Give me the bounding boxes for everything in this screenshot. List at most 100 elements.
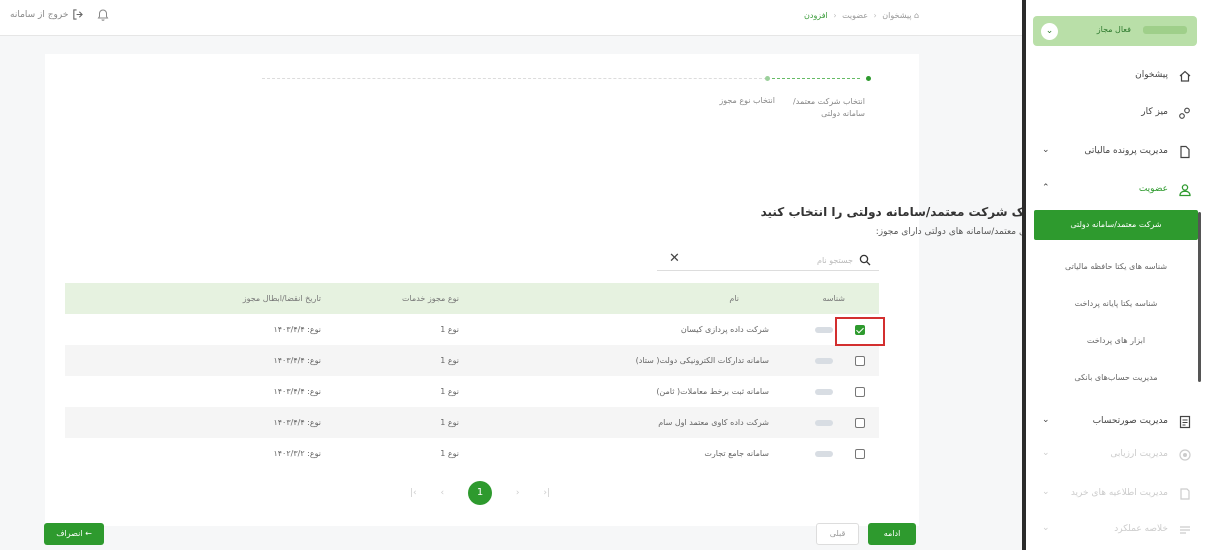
step-label-license: انتخاب نوع مجوز: [719, 96, 775, 105]
stepper-dot-active: [866, 76, 871, 81]
stepper-progress: [772, 78, 860, 79]
pager-next[interactable]: ›: [516, 488, 520, 498]
previous-button[interactable]: قبلی: [816, 523, 859, 545]
next-button[interactable]: ادامه: [868, 523, 916, 545]
breadcrumb-membership[interactable]: عضویت: [842, 11, 868, 20]
submenu-payment-terminal[interactable]: شناسه یکتا پایانه پرداخت: [1034, 285, 1198, 322]
row-license-type: نوع 1: [440, 387, 459, 396]
pager-first[interactable]: |‹: [410, 488, 417, 498]
row-license-type: نوع 1: [440, 356, 459, 365]
table-row[interactable]: شرکت داده پردازی کیسان نوع 1 نوع: ۱۴۰۳/۴…: [65, 314, 879, 345]
row-id: [815, 376, 833, 407]
row-expiry: نوع: ۱۴۰۳/۴/۴: [273, 418, 321, 427]
column-license-type: نوع مجوز خدمات: [401, 294, 459, 303]
stepper-line: [262, 78, 767, 79]
table-row[interactable]: شرکت داده کاوی معتمد اول سام نوع 1 نوع: …: [65, 407, 879, 438]
sidebar: فعال مجاز ⌄ پیشخوان میز کار مدیریت پروند…: [1026, 0, 1206, 550]
column-name: نام: [729, 294, 739, 303]
chevron-up-icon: ⌃: [1042, 183, 1050, 193]
row-name: شرکت داده کاوی معتمد اول سام: [658, 418, 769, 427]
user-icon: [1179, 184, 1191, 197]
stepper: [262, 74, 874, 82]
breadcrumb: ⌂ پیشخوان ‹ عضویت ‹ افزودن: [804, 11, 920, 20]
logout-label: خروج از سامانه: [10, 9, 69, 20]
search-icon[interactable]: [859, 254, 871, 266]
sidebar-item-tax-file[interactable]: مدیریت پرونده مالیاتی ⌄: [1026, 140, 1206, 166]
row-name: سامانه جامع تجارت: [704, 449, 769, 458]
cancel-button[interactable]: انصراف ←: [44, 523, 104, 545]
notice-icon: [1180, 488, 1190, 500]
submenu-payment-tools[interactable]: ابزار های پرداخت: [1034, 322, 1198, 359]
user-role: فعال مجاز: [1096, 25, 1131, 34]
table-row[interactable]: سامانه تدارکات الکترونیکی دولت( ستاد) نو…: [65, 345, 879, 376]
chevron-down-icon[interactable]: ⌄: [1041, 23, 1058, 40]
sidebar-item-workspace[interactable]: میز کار: [1026, 101, 1206, 127]
row-checkbox[interactable]: [855, 387, 865, 397]
table-header: شناسه نام نوع مجوز خدمات تاریخ انقضا/ابط…: [65, 283, 879, 314]
summary-icon: [1180, 526, 1190, 534]
chevron-down-icon: ⌄: [1042, 523, 1050, 533]
row-expiry: نوع: ۱۴۰۳/۴/۴: [273, 387, 321, 396]
user-panel[interactable]: فعال مجاز ⌄: [1033, 16, 1197, 46]
chevron-down-icon: ⌄: [1042, 448, 1050, 458]
pagination: |‹ ‹ 1 › ›|: [410, 481, 550, 505]
sidebar-item-assessment[interactable]: مدیریت ارزیابی ⌄: [1026, 443, 1206, 469]
stepper-dot: [765, 76, 770, 81]
file-icon: [1180, 145, 1190, 159]
sidebar-item-dashboard[interactable]: پیشخوان: [1026, 64, 1206, 90]
page-title: لطفا یک شرکت معتمد/سامانه دولتی را انتخا…: [760, 205, 1062, 219]
company-table: شناسه نام نوع مجوز خدمات تاریخ انقضا/ابط…: [65, 283, 879, 469]
stepper-labels: انتخاب شرکت معتمد/ سامانه دولتی انتخاب ن…: [660, 96, 865, 126]
row-name: سامانه ثبت برخط معاملات( ثامن): [656, 387, 769, 396]
row-name: سامانه تدارکات الکترونیکی دولت( ستاد): [635, 356, 769, 365]
pager-prev[interactable]: ‹: [441, 488, 445, 498]
logout-button[interactable]: خروج از سامانه: [10, 9, 84, 20]
assessment-icon: [1179, 449, 1191, 461]
chevron-down-icon: ⌄: [1042, 415, 1050, 425]
row-id: [815, 438, 833, 469]
table-row[interactable]: سامانه ثبت برخط معاملات( ثامن) نوع 1 نوع…: [65, 376, 879, 407]
row-checkbox[interactable]: [855, 356, 865, 366]
selection-highlight: [835, 317, 885, 346]
chevron-down-icon: ⌄: [1042, 145, 1050, 155]
breadcrumb-add: افزودن: [804, 11, 828, 20]
row-name: شرکت داده پردازی کیسان: [680, 325, 769, 334]
search-box: ✕: [657, 249, 879, 271]
sidebar-item-membership[interactable]: عضویت ⌃: [1026, 178, 1206, 204]
close-icon[interactable]: ✕: [669, 252, 680, 266]
table-row[interactable]: سامانه جامع تجارت نوع 1 نوع: ۱۴۰۲/۳/۲: [65, 438, 879, 469]
workspace-icon: [1179, 107, 1190, 119]
sidebar-item-invoices[interactable]: مدیریت صورتحساب ⌄: [1026, 410, 1206, 436]
breadcrumb-home[interactable]: پیشخوان: [882, 11, 911, 20]
bell-icon[interactable]: [96, 8, 110, 22]
home-icon: ⌂: [914, 11, 920, 20]
pager-current[interactable]: 1: [468, 481, 492, 505]
invoice-icon: [1179, 415, 1191, 429]
column-expiry: تاریخ انقضا/ابطال مجوز: [242, 294, 321, 303]
row-license-type: نوع 1: [440, 418, 459, 427]
submenu-scrollbar[interactable]: [1198, 212, 1201, 382]
row-expiry: نوع: ۱۴۰۳/۴/۴: [273, 356, 321, 365]
step-label-company: انتخاب شرکت معتمد/ سامانه دولتی: [793, 97, 865, 118]
search-input[interactable]: [733, 252, 853, 268]
logout-icon: [73, 9, 84, 20]
submenu-trusted-company[interactable]: شرکت معتمد/سامانه دولتی: [1034, 210, 1198, 240]
row-checkbox[interactable]: [855, 418, 865, 428]
submenu-bank-accounts[interactable]: مدیریت حساب‌های بانکی: [1034, 359, 1198, 396]
sidebar-item-summary[interactable]: خلاصه عملکرد ⌄: [1026, 518, 1206, 544]
row-expiry: نوع: ۱۴۰۲/۳/۲: [273, 449, 321, 458]
row-checkbox[interactable]: [855, 449, 865, 459]
row-id: [815, 407, 833, 438]
column-id: شناسه: [822, 294, 845, 303]
row-id: [815, 314, 833, 345]
submenu-fiscal-memory[interactable]: شناسه های یکتا حافظه مالیاتی: [1034, 248, 1198, 285]
membership-submenu: شرکت معتمد/سامانه دولتی شناسه های یکتا ح…: [1034, 210, 1198, 396]
pager-last[interactable]: ›|: [543, 488, 550, 498]
chevron-down-icon: ⌄: [1042, 487, 1050, 497]
row-expiry: نوع: ۱۴۰۳/۴/۴: [273, 325, 321, 334]
row-license-type: نوع 1: [440, 449, 459, 458]
top-bar: خروج از سامانه ⌂ پیشخوان ‹ عضویت ‹ افزود…: [0, 0, 1022, 36]
home-icon: [1179, 70, 1191, 82]
user-name: [1143, 26, 1187, 34]
sidebar-item-purchase-notices[interactable]: مدیریت اطلاعیه های خرید ⌄: [1026, 482, 1206, 508]
